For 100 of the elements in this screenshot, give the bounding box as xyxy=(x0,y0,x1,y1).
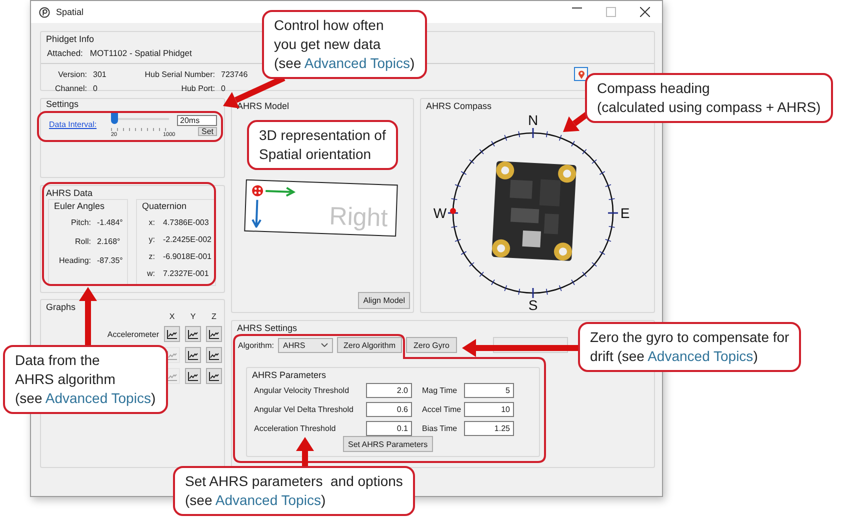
app-icon xyxy=(39,6,50,18)
number-field[interactable]: 0.6 xyxy=(366,402,412,417)
column-header: X xyxy=(168,312,176,321)
direction-label: N xyxy=(528,112,538,128)
interval-field[interactable]: 20ms xyxy=(177,115,217,126)
group-title: AHRS Data xyxy=(46,188,93,198)
field-label: Attached: xyxy=(47,48,83,58)
chart-icon xyxy=(209,330,219,338)
chart-icon xyxy=(209,350,219,360)
advanced-topics-link[interactable]: Advanced Topics xyxy=(215,492,321,508)
field-label: Accel Time xyxy=(422,405,462,414)
graph-button[interactable] xyxy=(185,347,201,363)
align-model-button[interactable]: Align Model xyxy=(358,292,410,309)
field-value: -6.9018E-001 xyxy=(163,252,212,261)
window-title: Spatial xyxy=(56,7,84,17)
column-header: Z xyxy=(210,312,218,321)
field-label: Bias Time xyxy=(422,424,458,433)
field-label: Hub Port: xyxy=(180,84,215,93)
chart-icon xyxy=(209,372,219,380)
group-title: Phidget Info xyxy=(46,34,94,44)
group-title: AHRS Compass xyxy=(426,101,492,111)
field-label: Pitch: xyxy=(70,218,91,227)
number-field[interactable]: 5 xyxy=(464,383,514,398)
number-field[interactable]: 2.0 xyxy=(366,383,412,398)
field-label: Heading: xyxy=(58,256,91,265)
field-value: 0 xyxy=(93,84,98,93)
location-button[interactable] xyxy=(574,67,588,81)
field-value: -2.2425E-002 xyxy=(163,235,212,244)
field-value: 7.2327E-001 xyxy=(163,269,210,278)
axis-dot-icon xyxy=(251,184,264,197)
data-interval-link[interactable]: Data Interval: xyxy=(49,120,97,129)
chart-icon xyxy=(188,330,198,338)
group-title: Euler Angles xyxy=(54,201,105,211)
heading-marker xyxy=(450,208,456,214)
advanced-topics-link[interactable]: Advanced Topics xyxy=(648,348,754,364)
direction-label: S xyxy=(528,297,538,311)
field-label: w: xyxy=(146,269,155,278)
group-title: AHRS Parameters xyxy=(252,370,326,380)
callout-text: Data from the AHRS algorithm (see Advanced Topics) xyxy=(15,351,156,408)
group-title: Graphs xyxy=(46,302,76,312)
field-value: -1.484° xyxy=(97,218,124,227)
view-label: Right xyxy=(328,202,388,234)
field-label: Roll: xyxy=(74,237,91,246)
field-label: y: xyxy=(148,235,155,244)
group-title: Settings xyxy=(46,99,79,109)
field-label: Mag Time xyxy=(422,386,458,395)
direction-label: E xyxy=(620,205,630,221)
callout-text: 3D representation of Spatial orientation xyxy=(259,126,386,164)
chart-icon xyxy=(188,372,198,380)
field-label: Hub Serial Number: xyxy=(144,70,215,78)
graph-button[interactable] xyxy=(206,326,222,342)
graph-button[interactable] xyxy=(164,326,180,342)
interval-slider[interactable] xyxy=(111,112,169,126)
field-label: Acceleration Threshold xyxy=(254,424,337,433)
advanced-topics-link[interactable]: Advanced Topics xyxy=(304,55,410,71)
field-label: Version: xyxy=(57,70,87,78)
close-icon[interactable] xyxy=(640,7,650,17)
field-label: Channel: xyxy=(54,84,87,93)
field-value: 723746 xyxy=(221,70,249,78)
location-pin-icon xyxy=(578,70,584,78)
set-parameters-button[interactable]: Set AHRS Parameters xyxy=(343,436,433,452)
chart-icon xyxy=(188,350,198,360)
number-field[interactable]: 1.25 xyxy=(464,421,514,436)
advanced-topics-link[interactable]: Advanced Topics xyxy=(45,390,151,406)
direction-label: W xyxy=(433,205,447,221)
graph-button[interactable] xyxy=(185,368,201,384)
arrow xyxy=(79,287,97,346)
chart-icon xyxy=(167,330,177,338)
field-label: Angular Vel Delta Threshold xyxy=(254,405,354,414)
field-label: Algorithm: xyxy=(238,340,274,350)
minimize-icon[interactable] xyxy=(572,7,582,9)
set-button[interactable]: Set xyxy=(198,127,217,136)
field-label: z: xyxy=(148,252,155,261)
number-field[interactable]: 0.1 xyxy=(366,421,412,436)
number-field[interactable]: 10 xyxy=(464,402,514,417)
field-value: 0 xyxy=(221,84,226,93)
right-arrow-icon xyxy=(265,186,296,198)
field-value: MOT1102 - Spatial Phidget xyxy=(90,48,192,58)
slider-thumb[interactable] xyxy=(111,112,118,124)
algorithm-dropdown[interactable]: AHRS xyxy=(278,338,334,352)
field-label: Angular Velocity Threshold xyxy=(254,386,350,395)
action-button[interactable]: Zero Algorithm xyxy=(337,337,402,353)
callout-text: Control how often you get new data (see Advanced Topics) xyxy=(274,16,415,73)
graph-button[interactable] xyxy=(206,368,222,384)
callout-text: Zero the gyro to compensate for drift (see Advanced Topics) xyxy=(590,328,790,366)
group-title: Quaternion xyxy=(142,201,187,211)
field-label: x: xyxy=(148,218,155,227)
action-button[interactable]: Zero Gyro xyxy=(406,337,458,353)
down-arrow-icon xyxy=(251,200,262,228)
callout-text: Compass heading (calculated using compass + AHRS) xyxy=(597,79,821,117)
graph-button[interactable] xyxy=(206,347,222,363)
row-label: Accelerometer xyxy=(106,330,159,338)
chevron-icon xyxy=(321,343,328,347)
callout-text: Set AHRS parameters and options (see Advanced Topics) xyxy=(185,472,403,510)
field-value: 301 xyxy=(93,70,108,78)
arrow xyxy=(296,437,314,466)
group-title: AHRS Settings xyxy=(237,323,298,333)
field-value: 4.7386E-003 xyxy=(163,218,210,227)
graph-button[interactable] xyxy=(185,326,201,342)
field-value: -87.35° xyxy=(97,256,124,265)
